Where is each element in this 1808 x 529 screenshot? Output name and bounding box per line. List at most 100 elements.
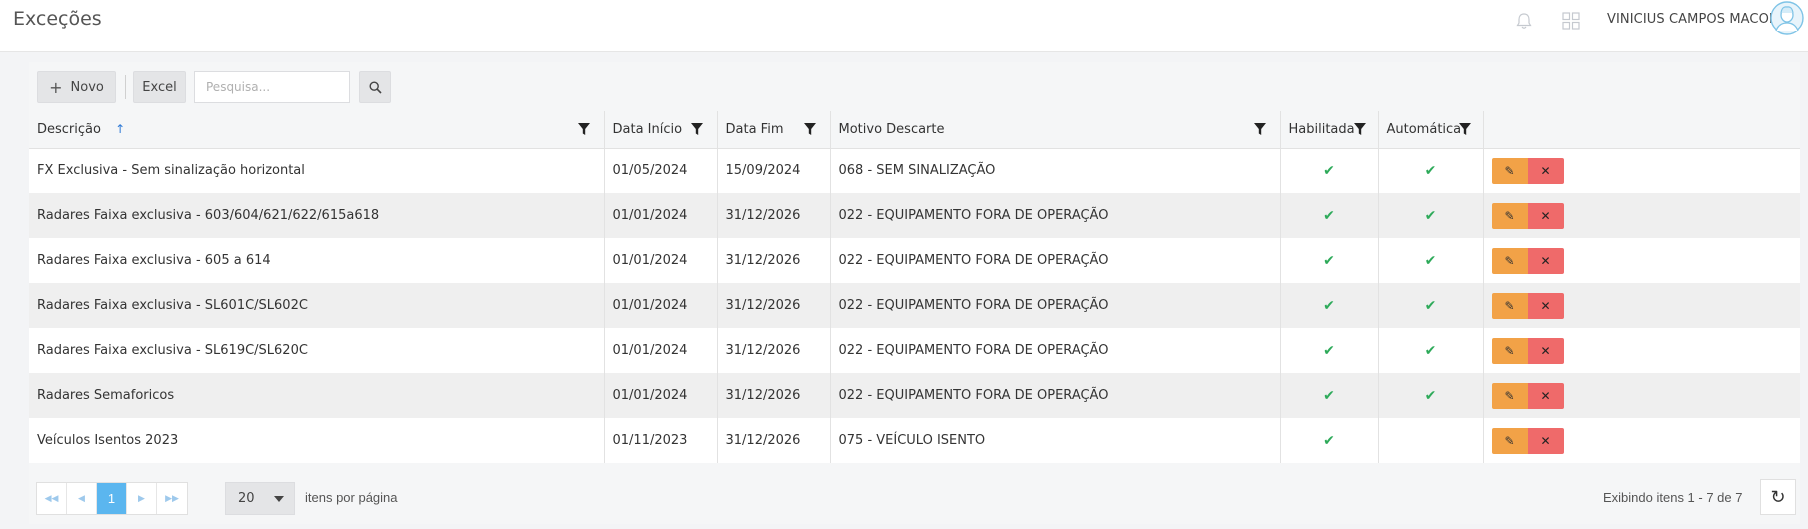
column-label: Data Fim (725, 121, 784, 137)
filter-icon[interactable] (577, 123, 590, 136)
column-header-descricao[interactable]: Descrição ↑ (29, 111, 605, 149)
excel-export-button[interactable]: Excel (133, 71, 186, 103)
cell-descricao: Radares Faixa exclusiva - SL601C/SL602C (29, 283, 605, 328)
edit-button[interactable]: ✎ (1491, 157, 1528, 184)
cell-descricao: Veículos Isentos 2023 (29, 418, 605, 463)
delete-button[interactable]: ✕ (1527, 382, 1564, 409)
cell-data-inicio: 01/01/2024 (604, 328, 718, 373)
filter-icon[interactable] (1253, 123, 1266, 136)
table-row[interactable]: Veículos Isentos 2023 01/11/2023 31/12/202… (29, 418, 1800, 463)
row-actions: ✎ ✕ (1491, 202, 1801, 229)
edit-button[interactable]: ✎ (1491, 292, 1528, 319)
column-header-habilitada[interactable]: Habilitada (1280, 111, 1379, 149)
page-number-button[interactable]: 1 (97, 483, 127, 514)
page-size-select[interactable]: 20 (225, 482, 295, 515)
showing-items-text: Exibindo itens 1 - 7 de 7 (1603, 490, 1743, 505)
row-actions: ✎ ✕ (1491, 382, 1801, 409)
column-label: Motivo Descarte (838, 121, 945, 137)
check-icon: ✔ (1424, 162, 1437, 179)
search-icon (368, 80, 382, 94)
cell-habilitada: ✔ (1280, 283, 1379, 328)
edit-button[interactable]: ✎ (1491, 427, 1528, 454)
table-row[interactable]: FX Exclusiva - Sem sinalização horizonta… (29, 148, 1800, 193)
cell-automatica: ✔ (1378, 328, 1484, 373)
next-page-button[interactable]: ▶ (127, 483, 157, 514)
cell-automatica: ✔ (1378, 283, 1484, 328)
check-icon: ✔ (1323, 387, 1335, 404)
cell-data-inicio: 01/05/2024 (604, 148, 718, 193)
table-row[interactable]: Radares Faixa exclusiva - SL619C/SL620C 0… (29, 328, 1800, 373)
filter-icon[interactable] (803, 123, 816, 136)
cell-data-inicio: 01/01/2024 (604, 283, 718, 328)
cell-automatica: ✔ (1378, 148, 1484, 193)
column-header-automatica[interactable]: Automática (1378, 111, 1484, 149)
cell-descricao: FX Exclusiva - Sem sinalização horizonta… (29, 148, 605, 193)
search-input[interactable] (194, 71, 350, 103)
new-button[interactable]: + Novo (37, 71, 116, 103)
close-icon: ✕ (1540, 253, 1551, 268)
table-row[interactable]: Radares Faixa exclusiva - SL601C/SL602C 0… (29, 283, 1800, 328)
user-name[interactable]: VINICIUS CAMPOS MACON (1607, 12, 1779, 27)
check-icon: ✔ (1323, 162, 1335, 179)
check-icon: ✔ (1323, 432, 1335, 449)
filter-icon[interactable] (1353, 123, 1366, 136)
row-actions: ✎ ✕ (1491, 292, 1801, 319)
edit-icon: ✎ (1504, 208, 1515, 223)
table-row[interactable]: Radares Faixa exclusiva - 605 a 614 01/01… (29, 238, 1800, 283)
plus-icon: + (49, 77, 63, 97)
avatar[interactable] (1770, 1, 1804, 37)
cell-actions: ✎ ✕ (1483, 328, 1800, 373)
cell-data-inicio: 01/01/2024 (604, 238, 718, 283)
exceptions-table: Descrição ↑ Data Início Data Fim Motivo … (29, 111, 1800, 463)
pagination: ◀◀ ◀ 1 ▶ ▶▶ (36, 482, 188, 515)
close-icon: ✕ (1540, 343, 1551, 358)
column-header-actions (1483, 111, 1800, 149)
search-button[interactable] (359, 71, 391, 103)
cell-habilitada: ✔ (1280, 238, 1379, 283)
delete-button[interactable]: ✕ (1527, 337, 1564, 364)
previous-page-button[interactable]: ◀ (67, 483, 97, 514)
cell-actions: ✎ ✕ (1483, 238, 1800, 283)
last-page-button[interactable]: ▶▶ (157, 483, 187, 514)
edit-icon: ✎ (1504, 343, 1515, 358)
check-icon: ✔ (1323, 252, 1335, 269)
column-header-data-fim[interactable]: Data Fim (717, 111, 831, 149)
refresh-button[interactable]: ↻ (1760, 479, 1796, 515)
table-header-row: Descrição ↑ Data Início Data Fim Motivo … (29, 111, 1800, 149)
column-header-data-inicio[interactable]: Data Início (604, 111, 718, 149)
cell-habilitada: ✔ (1280, 418, 1379, 463)
delete-button[interactable]: ✕ (1527, 157, 1564, 184)
cell-actions: ✎ ✕ (1483, 373, 1800, 418)
items-per-page-label: itens por página (305, 490, 398, 505)
cell-motivo-descarte: 068 - SEM SINALIZAÇÃO (830, 148, 1281, 193)
cell-habilitada: ✔ (1280, 193, 1379, 238)
filter-icon[interactable] (1458, 123, 1471, 136)
apps-grid-icon[interactable] (1561, 11, 1581, 31)
delete-button[interactable]: ✕ (1527, 427, 1564, 454)
edit-button[interactable]: ✎ (1491, 337, 1528, 364)
first-page-button[interactable]: ◀◀ (37, 483, 67, 514)
cell-data-inicio: 01/01/2024 (604, 193, 718, 238)
delete-button[interactable]: ✕ (1527, 202, 1564, 229)
column-label: Descrição (37, 121, 101, 137)
delete-button[interactable]: ✕ (1527, 292, 1564, 319)
sort-ascending-icon: ↑ (115, 121, 126, 136)
check-icon: ✔ (1424, 297, 1437, 314)
edit-button[interactable]: ✎ (1491, 382, 1528, 409)
new-button-label: Novo (70, 79, 104, 95)
check-icon: ✔ (1323, 207, 1335, 224)
filter-icon[interactable] (690, 123, 703, 136)
close-icon: ✕ (1540, 388, 1551, 403)
cell-descricao: Radares Faixa exclusiva - 605 a 614 (29, 238, 605, 283)
bell-icon[interactable] (1514, 11, 1534, 31)
edit-button[interactable]: ✎ (1491, 247, 1528, 274)
table-row[interactable]: Radares Faixa exclusiva - 603/604/621/62… (29, 193, 1800, 238)
table-row[interactable]: Radares Semaforicos 01/01/2024 31/12/2026 0… (29, 373, 1800, 418)
cell-actions: ✎ ✕ (1483, 193, 1800, 238)
cell-motivo-descarte: 075 - VEÍCULO ISENTO (830, 418, 1281, 463)
cell-data-fim: 31/12/2026 (717, 373, 831, 418)
edit-button[interactable]: ✎ (1491, 202, 1528, 229)
delete-button[interactable]: ✕ (1527, 247, 1564, 274)
column-header-motivo-descarte[interactable]: Motivo Descarte (830, 111, 1281, 149)
edit-icon: ✎ (1504, 433, 1515, 448)
